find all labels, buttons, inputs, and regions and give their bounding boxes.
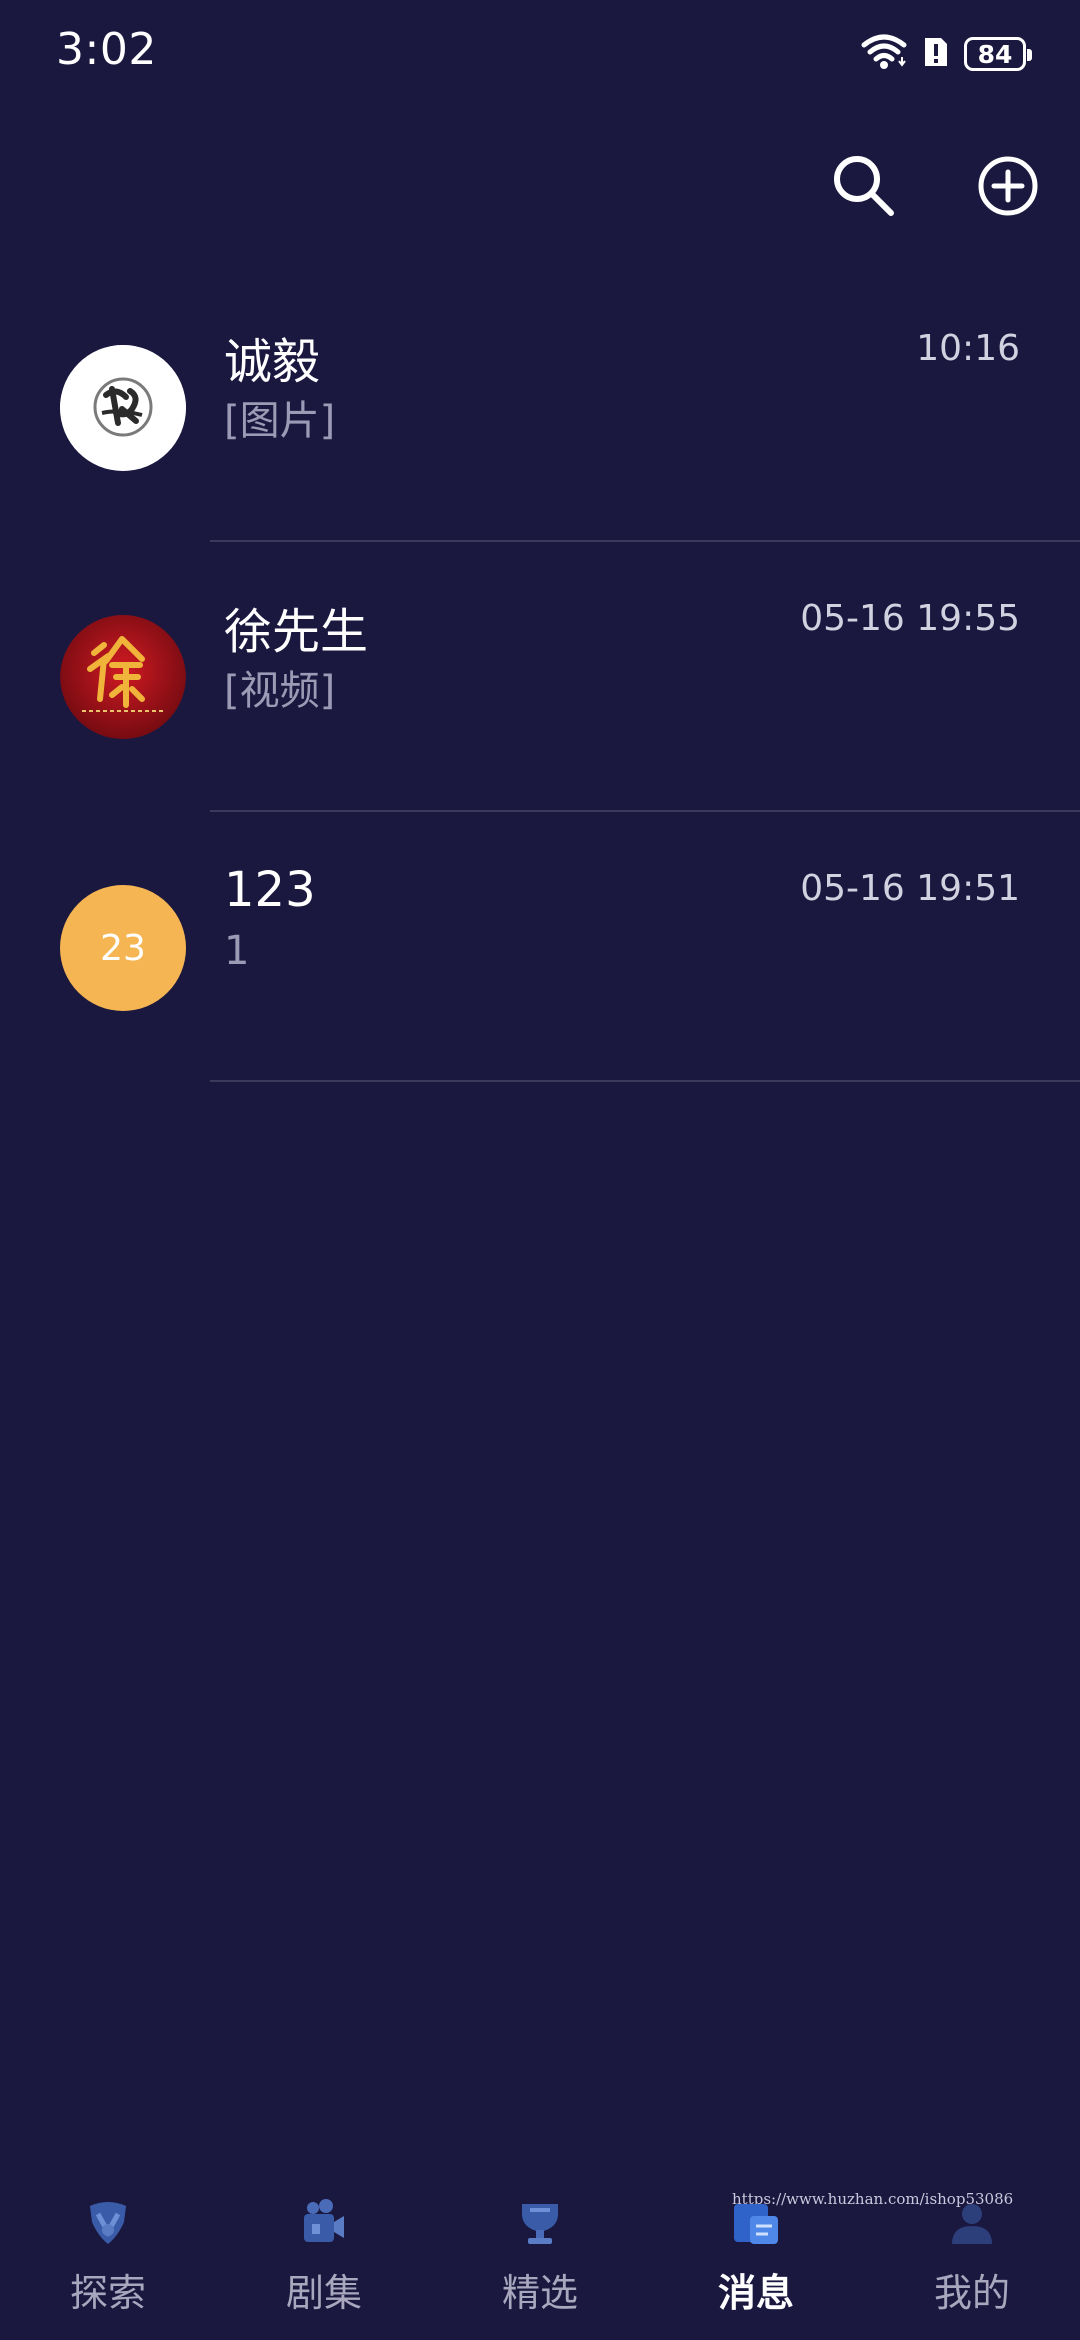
calligraphy-avatar-icon — [60, 615, 186, 741]
nav-item-explore[interactable]: 探索 — [0, 2180, 216, 2340]
search-icon — [829, 151, 899, 225]
conversation-name: 123 — [224, 862, 316, 918]
messages-screen: 3:02 84 诚毅 10:16 [图片] 徐先生 05-16 19:55 [视… — [0, 0, 1080, 2340]
explore-icon — [84, 2198, 132, 2248]
series-icon — [300, 2198, 348, 2248]
conversation-item[interactable]: 徐先生 05-16 19:55 [视频] — [0, 542, 1080, 812]
conversation-preview: [图片] — [224, 398, 336, 444]
avatar[interactable] — [60, 345, 186, 471]
nav-item-featured[interactable]: 精选 — [432, 2180, 648, 2340]
conversation-time: 10:16 — [916, 328, 1020, 369]
conversation-name: 徐先生 — [224, 604, 369, 660]
status-icons: 84 — [860, 30, 1032, 78]
battery-level: 84 — [977, 39, 1013, 69]
avatar-initials: 23 — [100, 927, 146, 969]
status-bar: 3:02 84 — [0, 0, 1080, 110]
avatar[interactable] — [60, 615, 186, 741]
nav-label: 我的 — [933, 2271, 1010, 2315]
divider — [210, 1080, 1080, 1082]
nav-label: 精选 — [501, 2271, 578, 2315]
conversation-item[interactable]: 23 123 05-16 19:51 1 — [0, 812, 1080, 1082]
nav-label: 探索 — [69, 2271, 146, 2315]
conversation-list: 诚毅 10:16 [图片] 徐先生 05-16 19:55 [视频] 23 12… — [0, 272, 1080, 1082]
conversation-name: 诚毅 — [224, 334, 321, 390]
nav-item-series[interactable]: 剧集 — [216, 2180, 432, 2340]
status-time: 3:02 — [56, 24, 157, 75]
add-button[interactable] — [972, 152, 1044, 224]
wifi-icon — [860, 33, 908, 75]
conversation-time: 05-16 19:51 — [800, 868, 1020, 909]
featured-icon — [516, 2198, 564, 2248]
add-circle-icon — [976, 154, 1040, 222]
message-icon — [732, 2198, 780, 2248]
alert-icon — [922, 34, 950, 74]
avatar[interactable]: 23 — [60, 885, 186, 1011]
conversation-time: 05-16 19:55 — [800, 598, 1020, 639]
bottom-nav: 探索 剧集 精选 消息 我的 — [0, 2180, 1080, 2340]
nav-item-profile[interactable]: 我的 — [864, 2180, 1080, 2340]
nav-item-messages[interactable]: 消息 — [648, 2180, 864, 2340]
nav-label: 剧集 — [285, 2271, 362, 2315]
search-button[interactable] — [828, 152, 900, 224]
seal-avatar-icon — [60, 345, 186, 471]
profile-icon — [948, 2198, 996, 2248]
battery-icon: 84 — [964, 37, 1032, 71]
conversation-preview: 1 — [224, 928, 250, 974]
nav-label: 消息 — [717, 2271, 794, 2315]
conversation-preview: [视频] — [224, 668, 336, 714]
conversation-item[interactable]: 诚毅 10:16 [图片] — [0, 272, 1080, 542]
